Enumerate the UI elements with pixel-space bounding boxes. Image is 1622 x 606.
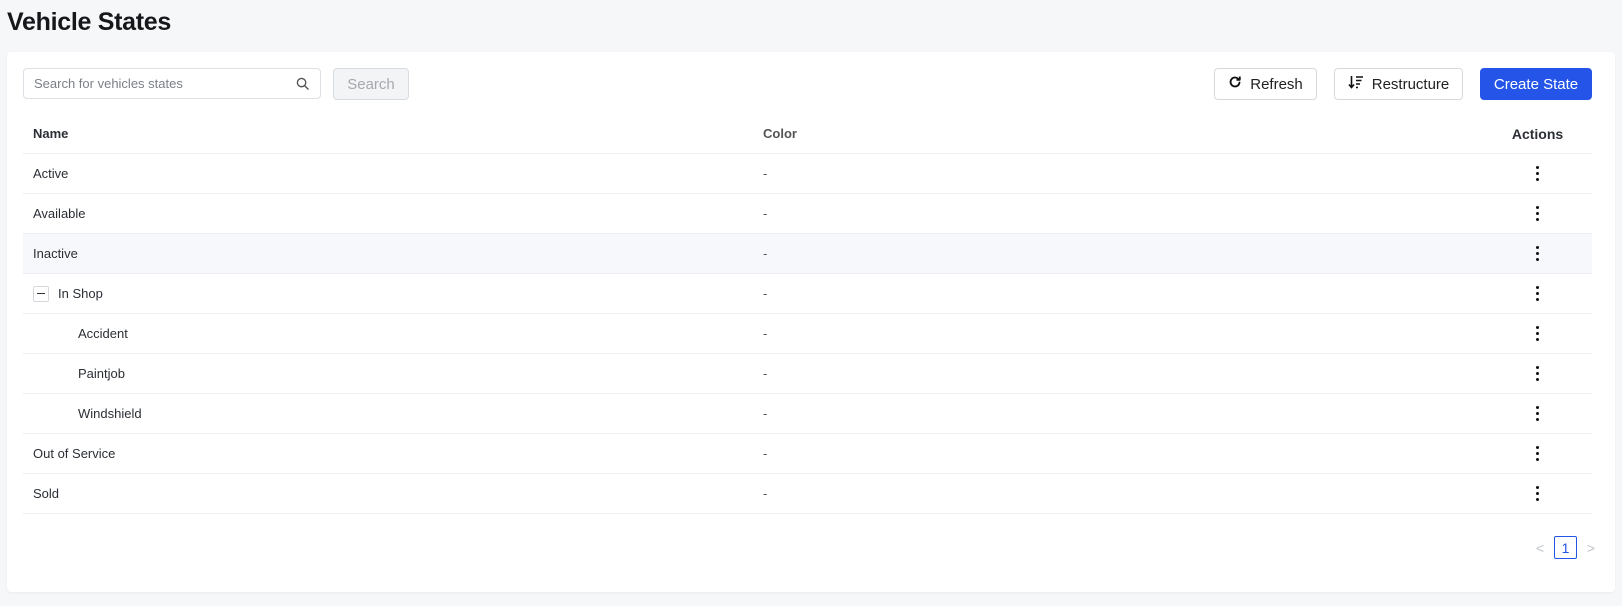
name-cell: In Shop <box>23 285 763 302</box>
state-name: Out of Service <box>33 446 116 461</box>
table-body: Active - Available - Inactive - In Shop - Accide… <box>23 154 1592 514</box>
next-page-icon[interactable]: > <box>1585 540 1597 556</box>
state-name: Windshield <box>78 406 142 421</box>
name-cell: Sold <box>23 486 763 501</box>
color-cell: - <box>763 246 768 261</box>
actions-cell <box>1483 279 1592 309</box>
table-row[interactable]: Available - <box>23 194 1592 234</box>
table-row[interactable]: Paintjob - <box>23 354 1592 394</box>
color-cell: - <box>763 166 768 181</box>
pagination: < 1 > <box>1534 536 1597 559</box>
name-cell: Out of Service <box>23 446 763 461</box>
name-cell: Accident <box>23 326 763 341</box>
name-cell: Paintjob <box>23 366 763 381</box>
more-actions-icon[interactable] <box>1523 439 1553 469</box>
page-1-button[interactable]: 1 <box>1554 536 1577 559</box>
actions-cell <box>1483 239 1592 269</box>
color-cell: - <box>763 286 768 301</box>
table-row[interactable]: Sold - <box>23 474 1592 514</box>
table-row[interactable]: Inactive - <box>23 234 1592 274</box>
more-actions-icon[interactable] <box>1523 399 1553 429</box>
state-name: Paintjob <box>78 366 125 381</box>
state-name: Active <box>33 166 69 181</box>
more-actions-icon[interactable] <box>1523 159 1553 189</box>
actions-cell <box>1483 479 1592 509</box>
states-card: Search Refresh Restructure Create State … <box>7 52 1615 592</box>
restructure-label: Restructure <box>1371 75 1450 93</box>
color-cell: - <box>763 406 768 421</box>
search-icon[interactable] <box>294 76 310 92</box>
name-cell: Inactive <box>23 246 763 261</box>
table-row[interactable]: Windshield - <box>23 394 1592 434</box>
more-actions-icon[interactable] <box>1523 319 1553 349</box>
more-actions-icon[interactable] <box>1523 199 1553 229</box>
table-row[interactable]: Active - <box>23 154 1592 194</box>
refresh-button[interactable]: Refresh <box>1214 68 1317 100</box>
search-field[interactable] <box>23 68 321 99</box>
page-title: Vehicle States <box>7 8 171 36</box>
actions-cell <box>1483 319 1592 349</box>
table-row[interactable]: Accident - <box>23 314 1592 354</box>
state-name: Inactive <box>33 246 78 261</box>
color-cell: - <box>763 206 768 221</box>
state-name: Accident <box>78 326 128 341</box>
more-actions-icon[interactable] <box>1523 359 1553 389</box>
sort-icon <box>1348 75 1364 93</box>
color-cell: - <box>763 486 768 501</box>
prev-page-icon[interactable]: < <box>1534 540 1546 556</box>
more-actions-icon[interactable] <box>1523 479 1553 509</box>
column-header-color[interactable]: Color <box>763 126 1483 141</box>
actions-cell <box>1483 359 1592 389</box>
name-cell: Active <box>23 166 763 181</box>
color-cell: - <box>763 446 768 461</box>
table-header: Name Color Actions <box>23 114 1592 154</box>
table-row[interactable]: In Shop - <box>23 274 1592 314</box>
column-header-name[interactable]: Name <box>23 126 763 141</box>
state-name: In Shop <box>58 286 103 301</box>
create-state-button[interactable]: Create State <box>1480 68 1592 100</box>
restructure-button[interactable]: Restructure <box>1334 68 1463 100</box>
create-state-label: Create State <box>1493 75 1579 93</box>
search-input[interactable] <box>34 76 294 91</box>
actions-cell <box>1483 439 1592 469</box>
refresh-icon <box>1228 75 1242 93</box>
more-actions-icon[interactable] <box>1523 279 1553 309</box>
color-cell: - <box>763 326 768 341</box>
search-button[interactable]: Search <box>333 68 409 100</box>
refresh-label: Refresh <box>1250 75 1303 93</box>
search-button-label: Search <box>347 75 395 93</box>
collapse-icon[interactable] <box>33 285 49 302</box>
state-name: Sold <box>33 486 60 501</box>
states-table: Name Color Actions Active - Available - Inac… <box>23 114 1592 514</box>
actions-cell <box>1483 399 1592 429</box>
more-actions-icon[interactable] <box>1523 239 1553 269</box>
actions-cell <box>1483 159 1592 189</box>
column-header-actions: Actions <box>1511 125 1564 142</box>
name-cell: Windshield <box>23 406 763 421</box>
name-cell: Available <box>23 206 763 221</box>
actions-cell <box>1483 199 1592 229</box>
table-row[interactable]: Out of Service - <box>23 434 1592 474</box>
color-cell: - <box>763 366 768 381</box>
state-name: Available <box>33 206 86 221</box>
